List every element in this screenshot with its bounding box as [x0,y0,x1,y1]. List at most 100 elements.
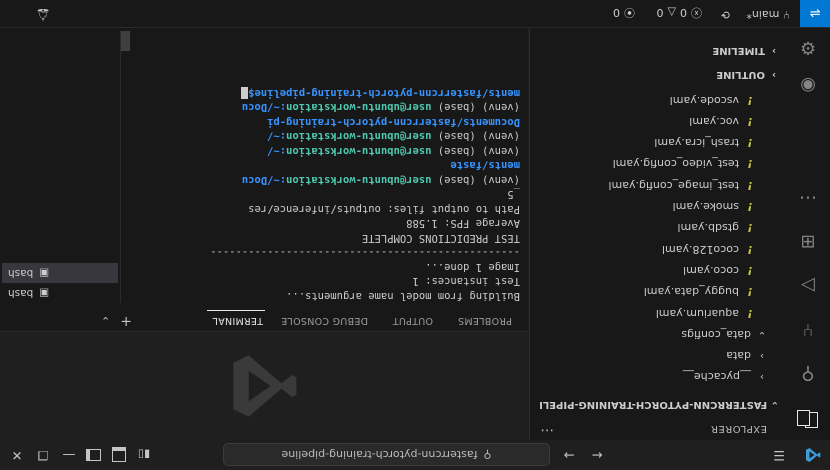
venv-prefix: (venv) (base) [431,145,520,157]
run-debug-icon[interactable]: ▷ [794,272,822,300]
timeline-label: TIMELINE [712,45,765,56]
tree-item-label: trash_icra.yaml [654,136,739,150]
tree-item-label: smoke.yaml [672,200,739,214]
terminal-list-item-active[interactable]: ▣ bash [2,263,118,283]
terminal-line: ----------------------------------------… [210,246,520,259]
restore-button[interactable]: ❐ [34,445,52,465]
branch-name: main* [746,8,780,21]
tree-file[interactable]: ! trash_icra.yaml [654,132,755,154]
venv-prefix: (venv) (base) [431,101,520,114]
hamburger-menu-icon[interactable]: ☰ [768,445,790,465]
prompt-path: :~/ [267,145,287,157]
branch-icon: ⑂ [783,8,790,21]
error-icon: ⓧ [691,6,702,19]
arrow-left-icon[interactable]: ← [586,445,608,465]
ports-indicator[interactable]: ⦿ 0 [613,5,635,21]
tree-file[interactable]: ! gtsdb.yaml [677,217,755,239]
explorer-icon[interactable] [794,404,822,432]
tree-folder[interactable]: › __pycache__ [683,366,767,388]
terminal-name: bash [8,287,34,299]
tree-file[interactable]: ! coco.yaml [683,260,755,282]
terminal-list-divider [120,31,121,303]
notifications-bell-icon[interactable]: 🔔︎ [36,8,50,21]
timeline-section-header[interactable]: › TIMELINE [712,45,779,56]
close-button[interactable]: ✕ [8,445,26,465]
chevron-right-icon: › [771,69,777,80]
tree-file[interactable]: ! test_image_config.yaml [608,174,755,196]
tree-file[interactable]: ! smoke.yaml [673,196,755,218]
tab-problems[interactable]: PROBLEMS [458,315,512,326]
terminal-list-item[interactable]: ▣ bash [2,283,118,303]
prompt-path: Documents/fasterrcnn-pytorch-training-pi [267,116,520,128]
terminal-icon: ▣ [39,287,50,299]
sync-icon[interactable]: ⟳ [721,8,730,21]
outline-section-header[interactable]: › OUTLINE [716,69,779,80]
toggle-secondary-sidebar-icon[interactable] [83,445,105,465]
accounts-icon[interactable]: ◉ [794,72,822,100]
chevron-right-icon: › [760,371,764,383]
search-icon[interactable]: ⚲ [794,360,822,388]
new-terminal-icon[interactable]: + [120,313,132,329]
chevron-down-icon[interactable]: ⌄ [101,313,110,327]
terminal-output[interactable]: Building from model name arguments... Tes… [130,31,520,303]
prompt-user: user@ubuntu-workstation [286,145,432,157]
chevron-down-icon: ⌄ [770,399,779,410]
problems-indicator[interactable]: ⓧ 0 △ 0 [657,5,702,21]
minimize-button[interactable]: — [60,445,78,465]
yaml-file-icon: ! [747,285,753,299]
terminal-line: _5 [507,188,520,201]
tree-item-label: test_video_config.yaml [612,157,739,171]
title-bar: ☰ ← → ⚲ fasterrcnn-pytorch-training-pipe… [0,439,830,470]
tree-folder[interactable]: ⌄ data_configs [681,323,767,345]
terminal-name: bash [8,267,34,279]
toggle-panel-icon[interactable] [108,445,130,465]
tab-terminal[interactable]: TERMINAL [212,315,263,326]
tree-item-label: __pycache__ [682,370,751,384]
explorer-sidebar: EXPLORER ⋯ ⌄ FASTERRCNN-PYTORCH-TRAINING… [529,28,785,440]
tree-folder[interactable]: › data [726,345,767,367]
tree-file[interactable]: ! coco128.yaml [662,238,755,260]
prompt-path: :~/Docu [241,101,287,114]
branch-indicator[interactable]: ⑂ main* [746,8,790,21]
search-icon: ⚲ [483,448,492,461]
tree-file[interactable]: ! vscode.yaml [670,89,755,111]
project-folder-header[interactable]: ⌄ FASTERRCNN-PYTORCH-TRAINING-PIPELI... [539,399,779,410]
app-logo [802,445,824,465]
explorer-more-icon[interactable]: ⋯ [540,422,554,438]
warning-count: 0 [656,6,664,20]
tab-output[interactable]: OUTPUT [392,315,433,326]
ports-icon: ⦿ [624,6,635,19]
tree-item-label: vscode.yaml [669,93,739,107]
tree-file[interactable]: ! voc.yaml [689,110,755,132]
command-center-search[interactable]: ⚲ fasterrcnn-pytorch-training-pipeline [223,443,550,466]
yaml-file-icon: ! [747,114,753,128]
extensions-icon[interactable]: ⊞ [794,228,822,256]
terminal-line: Test instances: 1 [412,275,520,288]
terminal-list: ▣ bash ▣ bash [2,263,118,303]
yaml-file-icon: ! [747,136,753,150]
terminal-line: Documents/fasterrcnn-pytorch-training-pi [130,115,520,130]
yaml-file-icon: ! [747,157,753,171]
chevron-right-icon: › [760,350,764,362]
terminal-line: TEST PREDICTIONS COMPLETE [361,232,520,244]
vscode-window: ☰ ← → ⚲ fasterrcnn-pytorch-training-pipe… [0,0,830,470]
toggle-sidebar-icon[interactable]: ▮▯ [133,445,155,465]
active-tab-indicator [207,310,265,311]
prompt-path: ments/faste [450,159,520,172]
tree-item-label: data [726,349,751,363]
yaml-file-icon: ! [747,221,753,235]
source-control-icon[interactable]: ⑂ [794,316,822,344]
yaml-file-icon: ! [747,242,753,256]
ports-count: 0 [613,6,620,20]
tree-file[interactable]: ! aquarium.yaml [656,302,755,324]
arrow-right-icon[interactable]: → [558,445,580,465]
terminal-scrollbar[interactable] [121,31,130,51]
tab-debug-console[interactable]: DEBUG CONSOLE [281,315,368,326]
settings-gear-icon[interactable]: ⚙ [794,34,822,62]
remote-indicator-icon[interactable]: ⇌ [800,0,830,27]
more-icon[interactable]: ⋯ [794,184,822,212]
prompt-user: user@ubuntu-workstation [286,130,432,143]
tree-file[interactable]: ! test_video_config.yaml [613,153,755,175]
chevron-right-icon: › [771,45,777,56]
tree-file[interactable]: ! buggy_data.yaml [644,281,755,303]
